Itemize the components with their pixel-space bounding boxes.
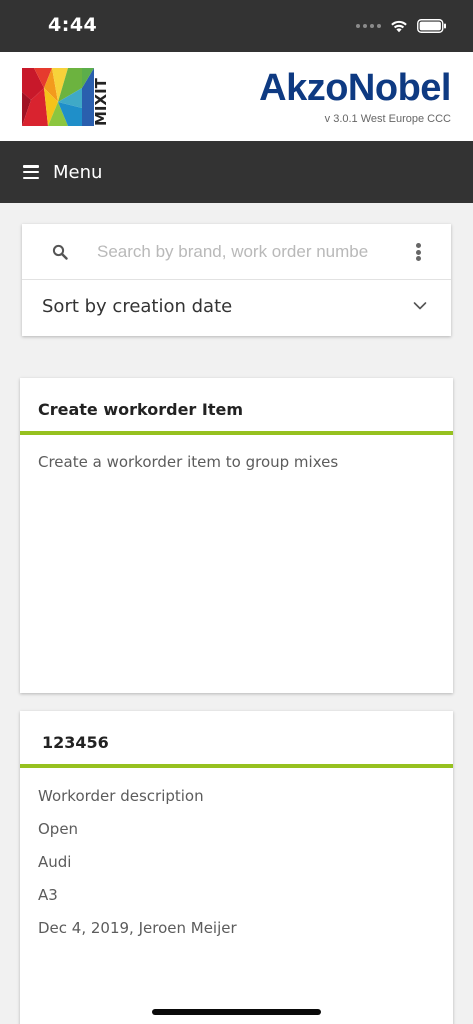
- home-indicator[interactable]: [152, 1009, 321, 1015]
- workorder-description: Workorder description: [38, 787, 204, 805]
- create-workorder-card[interactable]: Create workorder Item Create a workorder…: [20, 378, 453, 693]
- workorder-model: A3: [38, 886, 58, 904]
- mixit-logo: MIXIT: [22, 68, 110, 126]
- hamburger-icon: [23, 165, 39, 179]
- status-bar: 4:44: [0, 0, 473, 52]
- card-accent-line: [20, 764, 453, 768]
- sort-label: Sort by creation date: [42, 296, 233, 317]
- version-label: v 3.0.1 West Europe CCC: [324, 113, 451, 125]
- workorder-number: 123456: [42, 733, 109, 752]
- search-row: [22, 224, 451, 280]
- more-options-icon[interactable]: [415, 243, 421, 261]
- sort-dropdown[interactable]: Sort by creation date: [22, 281, 451, 336]
- battery-icon: [417, 19, 446, 33]
- chevron-down-icon: [413, 302, 427, 310]
- card-title: Create workorder Item: [38, 400, 243, 419]
- menu-label: Menu: [53, 161, 103, 183]
- menu-button[interactable]: Menu: [0, 141, 473, 203]
- status-icons: [356, 16, 447, 36]
- wifi-icon: [391, 20, 407, 33]
- card-description: Create a workorder item to group mixes: [38, 453, 339, 471]
- workorder-card[interactable]: 123456 Workorder description Open Audi A…: [20, 711, 453, 1024]
- workorder-created: Dec 4, 2019, Jeroen Meijer: [38, 919, 237, 937]
- search-icon: [52, 244, 68, 260]
- akzonobel-logo: AkzoNobel: [259, 67, 451, 109]
- workorder-status: Open: [38, 820, 79, 838]
- card-accent-line: [20, 431, 453, 435]
- workorder-brand: Audi: [38, 853, 72, 871]
- search-input[interactable]: [94, 238, 389, 266]
- app-header: MIXIT AkzoNobel v 3.0.1 West Europe CCC: [0, 52, 473, 141]
- signal-icon: [356, 24, 381, 28]
- search-panel: Sort by creation date: [22, 224, 451, 336]
- mixit-logo-text: MIXIT: [92, 77, 110, 126]
- status-time: 4:44: [48, 14, 98, 36]
